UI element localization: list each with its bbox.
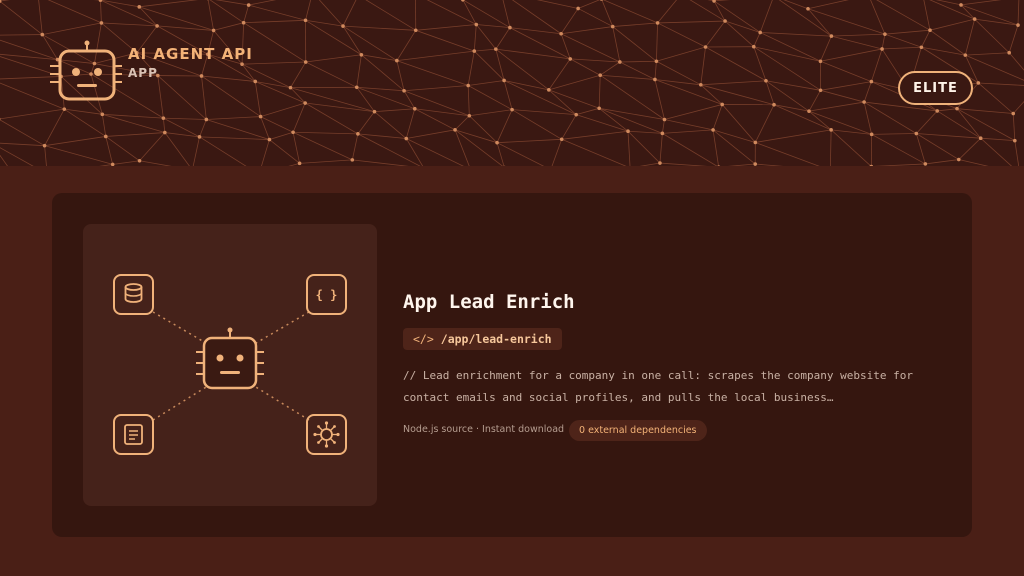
route-chip: </> /app/lead-enrich <box>403 328 562 350</box>
document-icon <box>113 414 154 455</box>
header-banner: AI AGENT API APP ELITE <box>0 0 1024 166</box>
robot-icon <box>196 327 264 390</box>
network-hub-icon <box>306 414 347 455</box>
network-background <box>0 0 1024 166</box>
app-description: // Lead enrichment for a company in one … <box>403 365 943 409</box>
brand-subtitle: APP <box>128 66 158 80</box>
app-illustration: { } <box>83 224 377 506</box>
brand-title: AI AGENT API <box>128 45 253 63</box>
svg-text:{ }: { } <box>316 288 338 302</box>
source-meta: Node.js source · Instant download <box>403 424 565 435</box>
app-title[interactable]: App Lead Enrich <box>403 291 575 313</box>
route-path: /app/lead-enrich <box>440 332 552 346</box>
json-braces-icon: { } <box>306 274 347 315</box>
tier-badge: ELITE <box>898 71 973 105</box>
description-line: contact emails and social profiles, and … <box>403 391 834 404</box>
dependencies-badge: 0 external dependencies <box>569 420 707 441</box>
description-line: // Lead enrichment for a company in one … <box>403 369 913 382</box>
database-icon <box>113 274 154 315</box>
app-card[interactable]: { } App Lead Enrich </> /app/lead-enrich… <box>52 193 972 537</box>
robot-icon <box>48 40 122 104</box>
code-icon: </> <box>413 332 434 346</box>
